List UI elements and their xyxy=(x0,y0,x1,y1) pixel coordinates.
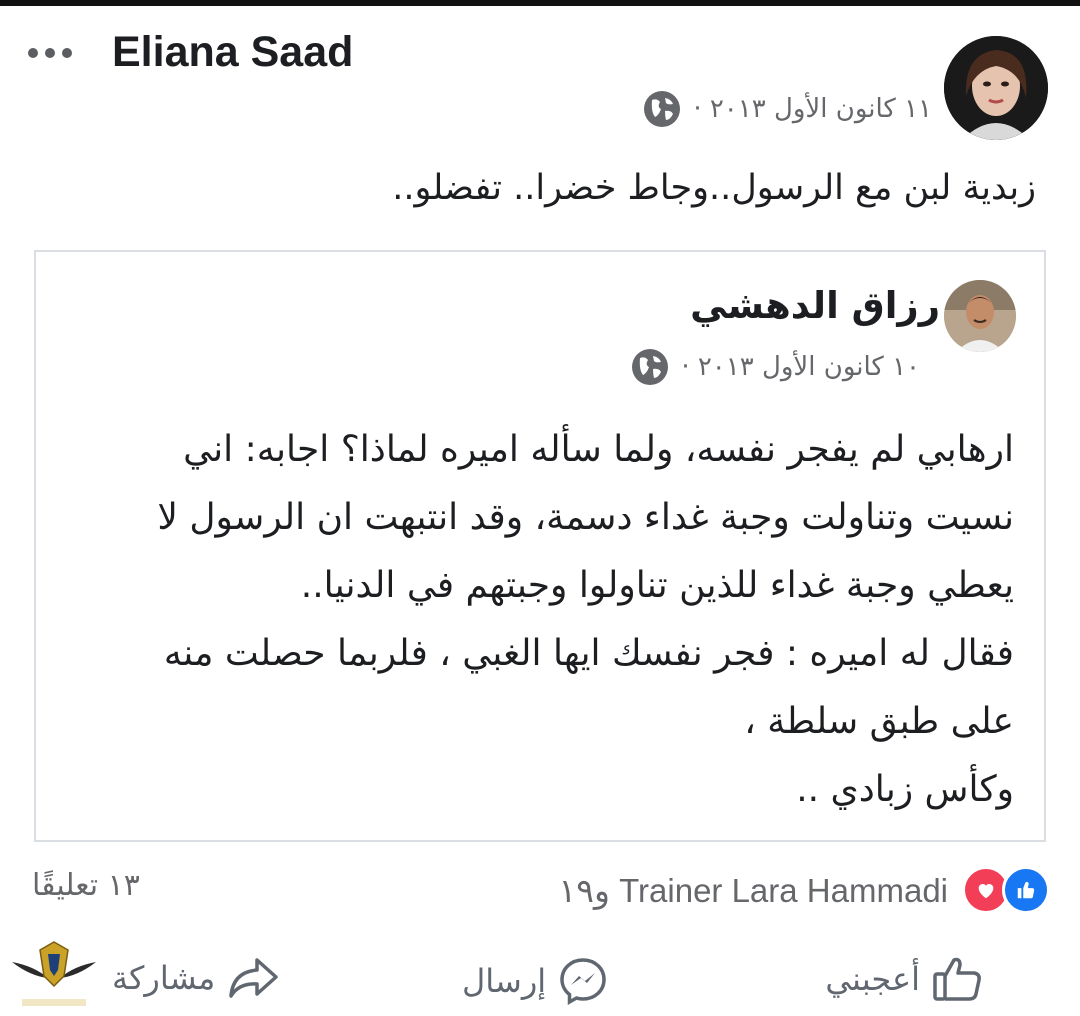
like-label: أعجبني xyxy=(825,960,920,998)
thumbs-up-icon xyxy=(932,956,984,1002)
shared-post-date[interactable]: ١٠ كانون الأول ٢٠١٣ · xyxy=(681,352,920,382)
send-label: إرسال xyxy=(462,962,547,1000)
reactions-text[interactable]: Trainer Lara Hammadi و١٩ xyxy=(559,871,948,910)
globe-icon xyxy=(631,348,669,386)
shared-post-card[interactable]: رزاق الدهشي ١٠ كانون الأول ٢٠١٣ · ارهابي… xyxy=(34,250,1046,842)
shared-post-text: ارهابي لم يفجر نفسه، ولما سأله اميره لما… xyxy=(94,416,1014,824)
globe-icon xyxy=(643,90,681,128)
text-line: فقال له اميره : فجر نفسك ايها الغبي ، فل… xyxy=(163,633,1014,674)
text-line: على طبق سلطة ، xyxy=(744,701,1014,742)
shared-author-name[interactable]: رزاق الدهشي xyxy=(690,284,940,327)
forum-logo-watermark xyxy=(4,936,104,1012)
reaction-icons xyxy=(962,866,1050,914)
top-bar xyxy=(0,0,1080,6)
text-line: وكأس زبادي .. xyxy=(796,769,1014,810)
more-options-button[interactable] xyxy=(28,38,84,68)
shared-author-avatar[interactable] xyxy=(944,280,1016,352)
share-button[interactable]: مشاركة xyxy=(112,956,279,1000)
share-icon xyxy=(227,956,279,1000)
comments-count[interactable]: ١٣ تعليقًا xyxy=(32,868,140,903)
post-meta: ١١ كانون الأول ٢٠١٣ · xyxy=(643,90,932,128)
text-line: نسيت وتناولت وجبة غداء دسمة، وقد انتبهت … xyxy=(157,497,1014,538)
post-text: زبدية لبن مع الرسول..وجاط خضرا.. تفضلو.. xyxy=(392,168,1036,208)
like-reaction-icon xyxy=(1002,866,1050,914)
post-date[interactable]: ١١ كانون الأول ٢٠١٣ · xyxy=(693,94,932,124)
more-icon xyxy=(28,48,38,58)
share-label: مشاركة xyxy=(112,959,216,997)
like-button[interactable]: أعجبني xyxy=(825,956,984,1002)
text-line: ارهابي لم يفجر نفسه، ولما سأله اميره لما… xyxy=(183,429,1014,470)
author-avatar[interactable] xyxy=(944,36,1048,140)
messenger-icon xyxy=(558,956,608,1006)
reactions-summary[interactable]: Trainer Lara Hammadi و١٩ xyxy=(559,866,1050,914)
shared-post-meta: ١٠ كانون الأول ٢٠١٣ · xyxy=(631,348,920,386)
send-button[interactable]: إرسال xyxy=(462,956,608,1006)
post-author-name[interactable]: Eliana Saad xyxy=(112,28,353,77)
text-line: يعطي وجبة غداء للذين تناولوا وجبتهم في ا… xyxy=(300,565,1014,606)
